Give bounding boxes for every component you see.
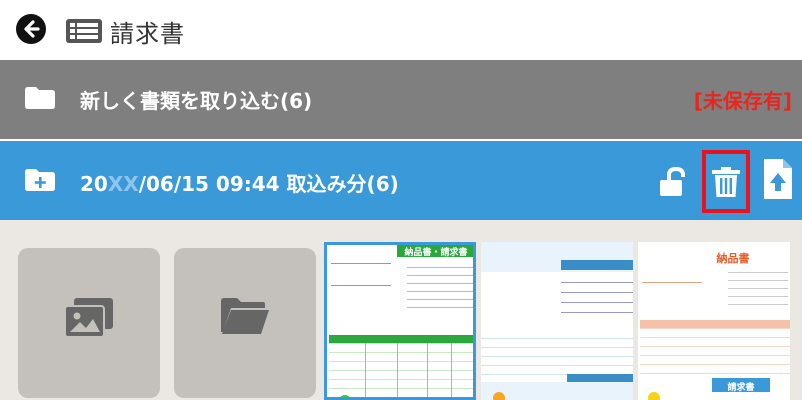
import-new-documents-bar[interactable]: 新しく書類を取り込む(6) [未保存有] bbox=[0, 60, 802, 139]
app-header: 請求書 bbox=[0, 0, 802, 60]
import-label: 新しく書類を取り込む(6) bbox=[80, 89, 313, 113]
status-dot bbox=[339, 395, 351, 397]
folder-icon bbox=[25, 87, 55, 113]
open-folder-icon bbox=[221, 298, 269, 334]
gallery-icon bbox=[65, 298, 113, 338]
thumbnail-heading-bottom: 請求書 bbox=[727, 383, 755, 393]
thumbnail-heading: 納品書 bbox=[716, 252, 750, 265]
obscured-digits: XX bbox=[107, 172, 139, 196]
document-list-icon bbox=[66, 19, 102, 47]
thumbnail-heading: 納品書・請求書 bbox=[404, 248, 468, 258]
upload-icon[interactable] bbox=[764, 159, 792, 203]
document-thumbnail[interactable]: 納品書・請求書 bbox=[324, 242, 476, 400]
unlock-icon[interactable] bbox=[659, 166, 689, 201]
trash-icon[interactable] bbox=[712, 167, 740, 201]
document-thumbnail[interactable]: 納品書 請求書 bbox=[638, 242, 790, 400]
batch-label: 20XX/06/15 09:44 取込み分(6) bbox=[80, 172, 399, 196]
status-dot bbox=[648, 392, 660, 400]
document-thumbnail[interactable] bbox=[481, 242, 633, 400]
unsaved-status-badge: [未保存有] bbox=[693, 89, 792, 113]
back-arrow-icon[interactable] bbox=[16, 14, 46, 44]
document-grid: 納品書・請求書 納品書 請求書 bbox=[0, 220, 802, 400]
import-batch-bar[interactable]: 20XX/06/15 09:44 取込み分(6) bbox=[0, 141, 802, 220]
folder-add-icon bbox=[25, 169, 55, 195]
file-browser-button[interactable] bbox=[174, 248, 316, 398]
gallery-button[interactable] bbox=[18, 248, 160, 398]
page-title: 請求書 bbox=[110, 20, 185, 48]
status-dot bbox=[493, 392, 505, 400]
